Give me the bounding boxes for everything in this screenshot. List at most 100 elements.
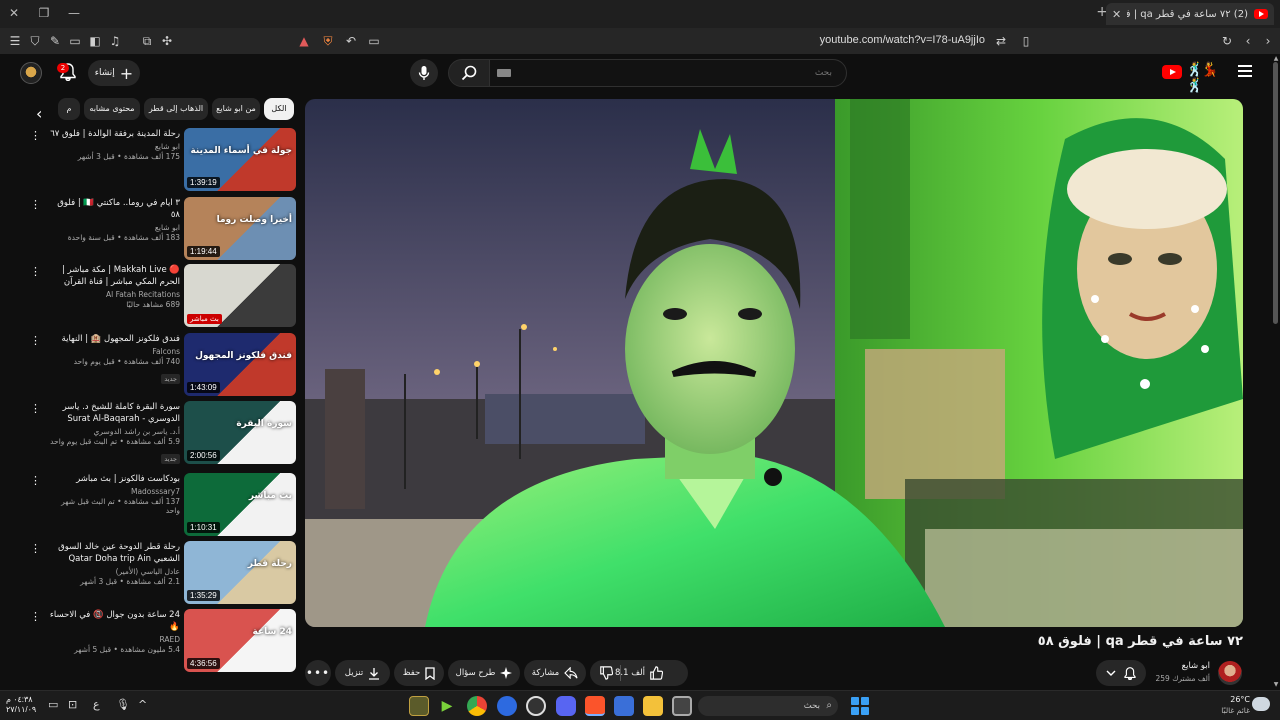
save-button[interactable]: حفظ <box>394 660 444 686</box>
notification-center-icon[interactable]: ▭ <box>48 698 58 711</box>
extension-icon[interactable]: ✎ <box>45 31 65 51</box>
puzzle-icon[interactable]: ✣ <box>157 31 177 51</box>
taskbar-clock[interactable]: ٠٤:٣٨ م ٢٧/١١/٠٩ <box>6 695 46 715</box>
video-thumbnail[interactable]: بث مباشر <box>184 264 296 327</box>
menu-icon[interactable]: ☰ <box>5 31 25 51</box>
video-title[interactable]: بودكاست فالكونز | بث مباشر <box>48 473 180 485</box>
media-player-icon[interactable]: ▶ <box>437 696 457 716</box>
ask-button[interactable]: طرح سؤال <box>448 660 520 686</box>
create-button[interactable]: إنشاء + <box>88 60 140 86</box>
steam-icon[interactable] <box>526 696 546 716</box>
recommendation-item[interactable]: جولة في أسماء المدينة 1:39:19 رحلة المدينة… <box>30 128 296 192</box>
recommendation-item[interactable]: 24 ساعة 4:36:56 24 ساعة بدون جوال 📵 في الا… <box>30 609 296 673</box>
search-input[interactable] <box>490 60 846 86</box>
search-button[interactable] <box>448 59 490 87</box>
forward-icon[interactable]: › <box>1258 31 1278 51</box>
channel-name[interactable]: ابو شايع <box>48 142 180 151</box>
share-button[interactable]: مشاركة <box>524 660 586 686</box>
video-thumbnail[interactable]: فندق فلكونز المجهول 1:43:09 <box>184 333 296 396</box>
more-vertical-icon[interactable]: ⋮ <box>30 266 41 277</box>
channel-name[interactable]: Al Fatah Recitations <box>48 290 180 299</box>
recommendation-item[interactable]: بث مباشر 🔴 Makkah Live | مكة مباشر | الحر… <box>30 264 296 328</box>
video-thumbnail[interactable]: بث مباشر 1:10:31 <box>184 473 296 536</box>
file-explorer-icon[interactable] <box>643 696 663 716</box>
windows-start-icon[interactable] <box>851 697 869 715</box>
bookmark-icon[interactable]: ▯ <box>1016 31 1036 51</box>
discord-icon[interactable] <box>556 696 576 716</box>
video-thumbnail[interactable]: رحلة قطر 1:35:29 <box>184 541 296 604</box>
music-icon[interactable]: ♫ <box>105 31 125 51</box>
input-language[interactable]: ع <box>93 698 100 711</box>
account-avatar[interactable] <box>20 62 42 84</box>
recommendation-item[interactable]: أخيرا وصلت روما 1:19:44 ٣ ايام في روما.. م… <box>30 197 296 261</box>
brave-browser-icon[interactable] <box>585 696 605 716</box>
tabs-icon[interactable]: ▭ <box>65 31 85 51</box>
screenshot-icon[interactable]: ⧉ <box>137 31 157 51</box>
video-title[interactable]: رحلة قطر الدوحة عين خالد السوق الشعبي Qa… <box>48 541 180 565</box>
chip-more[interactable]: م <box>58 98 80 120</box>
back-icon[interactable]: ‹ <box>1238 31 1258 51</box>
video-thumbnail[interactable]: سورة البقرة 2:00:56 <box>184 401 296 464</box>
scroll-down-icon[interactable]: ▼ <box>1272 681 1280 688</box>
recommendation-item[interactable]: بث مباشر 1:10:31 بودكاست فالكونز | بث مباش… <box>30 473 296 537</box>
chip-go-to-qatar[interactable]: الذهاب إلى قطر <box>144 98 208 120</box>
channel-avatar[interactable] <box>1218 661 1242 685</box>
like-button[interactable]: 8.1 ألف <box>615 666 663 680</box>
show-hidden-icons-chevron-icon[interactable]: ^ <box>138 698 147 711</box>
ea-app-icon[interactable] <box>497 696 517 716</box>
guide-menu-icon[interactable] <box>1238 65 1252 79</box>
subscribed-button[interactable] <box>1096 660 1146 686</box>
video-thumbnail[interactable]: 24 ساعة 4:36:56 <box>184 609 296 672</box>
browser-tab[interactable]: (2) ٧٢ ساعة في قطر qa | فلوق ٥٨ ✕ <box>1106 3 1274 25</box>
channel-name[interactable]: عادل الياسي (الأمير) <box>48 567 180 576</box>
more-vertical-icon[interactable]: ⋮ <box>30 611 41 622</box>
task-view-icon[interactable] <box>672 696 692 716</box>
shield-icon[interactable]: ⛉ <box>25 31 45 51</box>
close-window-icon[interactable]: ✕ <box>4 4 24 22</box>
display-icon[interactable]: ⊡ <box>68 698 77 711</box>
taskbar-app-icon[interactable] <box>409 696 429 716</box>
youtube-logo-icon[interactable] <box>1162 65 1182 79</box>
video-title[interactable]: 🔴 Makkah Live | مكة مباشر | الحرم المكي … <box>48 264 180 288</box>
undo-icon[interactable]: ↶ <box>341 31 361 51</box>
site-settings-icon[interactable]: ⇄ <box>991 31 1011 51</box>
more-vertical-icon[interactable]: ⋮ <box>30 543 41 554</box>
video-player[interactable] <box>305 99 1243 627</box>
more-vertical-icon[interactable]: ⋮ <box>30 403 41 414</box>
video-thumbnail[interactable]: أخيرا وصلت روما 1:19:44 <box>184 197 296 260</box>
more-vertical-icon[interactable]: ⋮ <box>30 199 41 210</box>
chip-similar[interactable]: محتوى مشابه <box>84 98 140 120</box>
weather-description[interactable]: غائم غالبًا <box>1206 706 1250 715</box>
more-vertical-icon[interactable]: ⋮ <box>30 130 41 141</box>
microphone-icon[interactable]: 🎙 <box>116 698 130 711</box>
channel-name[interactable]: ابو شايع <box>48 223 180 232</box>
cast-icon[interactable]: ▭ <box>364 31 384 51</box>
chip-all[interactable]: الكل <box>264 98 294 120</box>
recommendation-item[interactable]: سورة البقرة 2:00:56 سورة البقرة كاملة للشي… <box>30 401 296 465</box>
scrollbar-thumb[interactable] <box>1273 62 1278 324</box>
video-title[interactable]: 24 ساعة بدون جوال 📵 في الاحساء 🔥 <box>48 609 180 633</box>
recommendation-item[interactable]: فندق فلكونز المجهول 1:43:09 فندق فلكونز ال… <box>30 333 296 397</box>
chip-from-channel[interactable]: من ابو شايع <box>212 98 260 120</box>
video-thumbnail[interactable]: جولة في أسماء المدينة 1:39:19 <box>184 128 296 191</box>
cloud-icon[interactable] <box>1252 697 1270 711</box>
restore-window-icon[interactable]: ❐ <box>34 4 54 22</box>
minimize-window-icon[interactable]: — <box>64 4 84 22</box>
sidebar-icon[interactable]: ◧ <box>85 31 105 51</box>
vpn-icon[interactable]: ▲ <box>294 31 314 51</box>
more-actions-button[interactable]: ••• <box>305 660 331 686</box>
more-vertical-icon[interactable]: ⋮ <box>30 335 41 346</box>
chrome-icon[interactable] <box>467 696 487 716</box>
video-title[interactable]: ٣ ايام في روما.. ماكنتي 🇮🇹 | فلوق ٥٨ <box>48 197 180 221</box>
channel-name[interactable]: RAED <box>48 635 180 644</box>
reload-icon[interactable]: ↻ <box>1217 31 1237 51</box>
video-title[interactable]: رحلة المدينة برفقة الوالدة | فلوق ٦٧ <box>48 128 180 140</box>
weather-temperature[interactable]: 26°C <box>1222 695 1250 704</box>
address-bar[interactable]: youtube.com/watch?v=I78-uA9jjIo <box>640 34 985 46</box>
channel-name[interactable]: Falcons <box>48 347 180 356</box>
store-icon[interactable] <box>614 696 634 716</box>
more-vertical-icon[interactable]: ⋮ <box>30 475 41 486</box>
taskbar-search[interactable]: بحث <box>698 696 838 716</box>
video-title[interactable]: سورة البقرة كاملة للشيخ د. ياسر الدوسري … <box>48 401 180 425</box>
keyboard-icon[interactable] <box>497 69 511 77</box>
